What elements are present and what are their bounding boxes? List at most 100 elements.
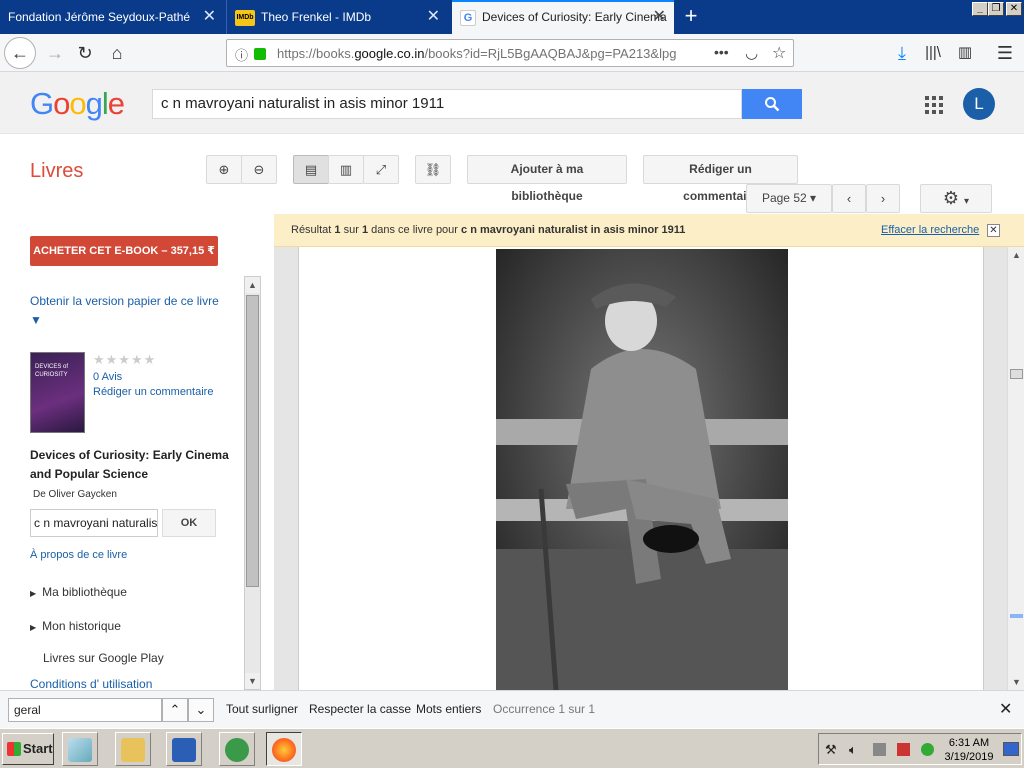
zoom-out-icon[interactable]: ⊖: [241, 155, 277, 184]
close-tab-icon[interactable]: ✕: [653, 2, 666, 32]
page-actions-icon[interactable]: •••: [714, 44, 729, 60]
google-play-books-link[interactable]: Livres sur Google Play: [43, 651, 164, 665]
security-icon[interactable]: [897, 743, 910, 756]
book-page: [298, 247, 984, 690]
forward-arrow-icon[interactable]: →: [40, 38, 70, 68]
book-author: De Oliver Gaycken: [33, 489, 117, 500]
close-tab-icon[interactable]: ✕: [427, 0, 440, 34]
books-toolbar: Livres ⊕ ⊖ ▤ ▥ ⤢ ⛓ Ajouter à ma biblioth…: [0, 134, 1024, 214]
start-button[interactable]: Start: [2, 733, 54, 765]
about-book-link[interactable]: À propos de ce livre: [30, 549, 127, 561]
taskbar-app-firefox[interactable]: [266, 732, 302, 766]
reviews-count-link[interactable]: 0 Avis: [93, 371, 122, 383]
scrollbar-thumb[interactable]: [1010, 369, 1023, 379]
restore-window-icon[interactable]: ❐: [988, 2, 1004, 16]
occurrence-count: Occurrence 1 sur 1: [493, 702, 596, 716]
buy-ebook-button[interactable]: ACHETER CET E-BOOK – 357,15 ₹: [30, 236, 218, 266]
close-banner-icon[interactable]: ✕: [987, 224, 1000, 237]
browser-tab-bar: Fondation Jérôme Seydoux-Pathé ✕ IMDb The…: [0, 0, 1024, 34]
tab-fondation[interactable]: Fondation Jérôme Seydoux-Pathé ✕: [0, 0, 224, 34]
taskbar-app-explorer[interactable]: [115, 732, 151, 766]
taskbar-app-word[interactable]: [166, 732, 202, 766]
imdb-favicon-icon: IMDb: [235, 9, 255, 26]
volume-icon[interactable]: 🔈︎: [849, 742, 857, 758]
link-icon[interactable]: ⛓: [415, 155, 451, 184]
notepad-icon: [68, 738, 92, 762]
next-page-icon[interactable]: ›: [866, 184, 900, 213]
reload-icon[interactable]: ↻: [70, 38, 100, 68]
folder-icon: [121, 738, 145, 762]
search-in-book-input[interactable]: c n mavroyani naturalist: [30, 509, 158, 537]
viewer-scrollbar[interactable]: ▲ ▼: [1007, 247, 1024, 690]
pocket-icon[interactable]: ◡: [745, 44, 758, 62]
search-icon[interactable]: [742, 89, 802, 119]
search-hit-marker: [1010, 614, 1023, 618]
whole-words-option[interactable]: Mots entiers: [416, 702, 481, 716]
sidebar-icon[interactable]: ▥: [950, 38, 980, 68]
previous-page-icon[interactable]: ‹: [832, 184, 866, 213]
book-cover-image[interactable]: DEVICES of CURIOSITY: [30, 352, 85, 433]
left-panel-scrollbar[interactable]: ▲ ▼: [244, 276, 261, 690]
system-tray: ⚒ 🔈︎ 6:31 AM 3/19/2019: [818, 733, 1022, 765]
add-to-library-button[interactable]: Ajouter à ma bibliothèque: [467, 155, 627, 203]
close-window-icon[interactable]: ✕: [1006, 2, 1022, 16]
close-find-bar-icon[interactable]: ✕: [999, 699, 1012, 719]
page-selector[interactable]: Page 52 ▾: [746, 184, 832, 213]
scroll-up-arrow-icon[interactable]: ▲: [1009, 247, 1024, 263]
fullscreen-icon[interactable]: ⤢: [363, 155, 399, 184]
url-bar[interactable]: ⓘ https://books.google.co.in/books?id=Rj…: [226, 39, 794, 67]
download-icon[interactable]: ⤓: [887, 38, 917, 68]
network-icon[interactable]: [873, 743, 886, 756]
terms-link[interactable]: Conditions d' utilisation: [30, 677, 152, 691]
books-section-title[interactable]: Livres: [30, 160, 83, 183]
info-icon[interactable]: ⓘ: [235, 45, 248, 64]
taskbar-app-notepad[interactable]: [62, 732, 98, 766]
clock[interactable]: 6:31 AM 3/19/2019: [943, 736, 995, 764]
tab-imdb[interactable]: IMDb Theo Frenkel - IMDb ✕: [226, 0, 448, 34]
rating-stars: ★★★★★: [93, 352, 157, 367]
bookmark-star-icon[interactable]: ☆: [772, 43, 786, 63]
tab-google-books[interactable]: G Devices of Curiosity: Early Cinema ✕: [452, 0, 674, 34]
account-avatar[interactable]: L: [963, 88, 995, 120]
expand-triangle-icon: ▶: [30, 589, 37, 598]
book-title: Devices of Curiosity: Early Cinema and P…: [30, 448, 229, 481]
url-text: https://books.google.co.in/books?id=RjL5…: [277, 46, 677, 61]
windows-taskbar: Start ⚒ 🔈︎ 6:31 AM 3/19/2019: [0, 728, 1024, 768]
new-tab-plus-icon[interactable]: +: [678, 4, 704, 30]
apps-grid-icon[interactable]: [924, 95, 944, 115]
match-case-option[interactable]: Respecter la casse: [309, 702, 411, 716]
find-bar: geral ⌃ ⌄ Tout surligner Respecter la ca…: [0, 690, 1024, 728]
scroll-down-arrow-icon[interactable]: ▼: [245, 673, 260, 689]
minimize-window-icon[interactable]: _: [972, 2, 988, 16]
my-history-item[interactable]: ▶ Mon historique: [30, 619, 121, 633]
settings-gear-icon[interactable]: ⚙ ▾: [920, 184, 992, 213]
home-icon[interactable]: ⌂: [102, 38, 132, 68]
my-library-item[interactable]: ▶ Ma bibliothèque: [30, 585, 127, 599]
paper-version-link[interactable]: Obtenir la version papier de ce livre ▼: [30, 292, 230, 330]
google-search-input[interactable]: c n mavroyani naturalist in asis minor 1…: [152, 89, 742, 119]
status-icon[interactable]: [921, 743, 934, 756]
tools-icon[interactable]: ⚒: [825, 742, 837, 758]
find-input[interactable]: geral: [8, 698, 162, 722]
two-page-view-icon[interactable]: ▥: [328, 155, 364, 184]
close-tab-icon[interactable]: ✕: [203, 0, 216, 34]
scroll-down-arrow-icon[interactable]: ▼: [1009, 674, 1024, 690]
back-arrow-icon[interactable]: ←: [4, 37, 36, 69]
menu-hamburger-icon[interactable]: ☰: [990, 38, 1020, 68]
find-previous-icon[interactable]: ⌃: [162, 698, 188, 722]
library-icon[interactable]: |||\: [918, 38, 948, 68]
desktop-icon[interactable]: [1003, 742, 1019, 756]
zoom-in-icon[interactable]: ⊕: [206, 155, 242, 184]
search-ok-button[interactable]: OK: [162, 509, 216, 537]
highlight-all-option[interactable]: Tout surligner: [226, 702, 298, 716]
firefox-icon: [272, 738, 296, 762]
taskbar-app-green[interactable]: [219, 732, 255, 766]
write-review-link[interactable]: Rédiger un commentaire: [93, 386, 213, 398]
scrollbar-thumb[interactable]: [246, 295, 259, 587]
write-review-button[interactable]: Rédiger un commentaire: [643, 155, 798, 203]
find-next-icon[interactable]: ⌄: [188, 698, 214, 722]
single-page-view-icon[interactable]: ▤: [293, 155, 329, 184]
clear-search-link[interactable]: Effacer la recherche: [881, 214, 979, 247]
google-logo[interactable]: Google: [30, 86, 125, 122]
scroll-up-arrow-icon[interactable]: ▲: [245, 277, 260, 293]
